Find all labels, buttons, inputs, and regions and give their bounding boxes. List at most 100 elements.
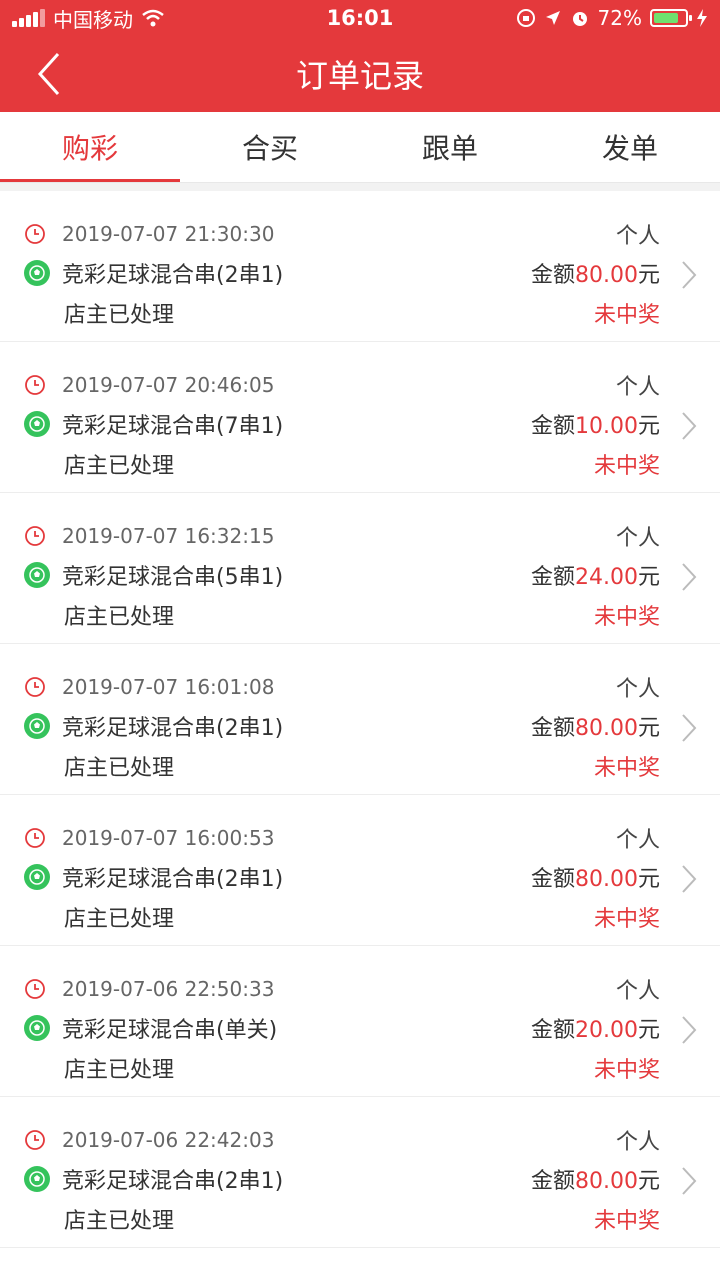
order-name: 竞彩足球混合串(2串1) <box>62 716 284 741</box>
tab-bar: 购彩 合买 跟单 发单 <box>0 112 720 183</box>
amount-label: 金额 <box>530 565 575 590</box>
order-name: 竞彩足球混合串(单关) <box>62 1018 278 1043</box>
amount-value: 80.00 <box>575 1169 638 1194</box>
order-name: 竞彩足球混合串(7串1) <box>62 414 284 439</box>
order-time-group: 2019-07-07 16:01:08 <box>24 675 274 699</box>
order-name-group: 竞彩足球混合串(7串1) <box>24 408 283 440</box>
amount-value: 80.00 <box>575 716 638 741</box>
result-status: 未中奖 <box>593 303 660 328</box>
status-time: 16:01 <box>326 6 394 30</box>
list-item[interactable]: 2019-07-07 16:01:08 个人 竞彩足球混合串(2串1) 金额80… <box>0 644 720 795</box>
order-amount: 金额80.00元 <box>531 861 660 893</box>
soccer-ball-icon <box>24 562 50 588</box>
order-status-row: 店主已处理 未中奖 <box>64 1205 660 1234</box>
order-time-group: 2019-07-07 20:46:05 <box>24 373 274 397</box>
tab-follow[interactable]: 跟单 <box>360 112 540 182</box>
order-time-group: 2019-07-07 16:00:53 <box>24 826 274 850</box>
order-name-group: 竞彩足球混合串(2串1) <box>24 710 283 742</box>
chevron-right-icon <box>682 865 697 893</box>
order-status-row: 店主已处理 未中奖 <box>64 299 660 328</box>
page-title: 订单记录 <box>295 57 424 95</box>
order-time-group: 2019-07-06 22:42:03 <box>24 1128 274 1152</box>
result-status: 未中奖 <box>593 454 660 479</box>
amount-label: 金额 <box>530 263 575 288</box>
order-time-group: 2019-07-07 21:30:30 <box>24 222 274 246</box>
clock-icon <box>25 375 45 395</box>
chevron-right-icon <box>682 412 697 440</box>
app-header: 中国移动 16:01 72% 订单记录 <box>0 0 720 112</box>
soccer-ball-icon <box>24 1166 50 1192</box>
result-status: 未中奖 <box>593 907 660 932</box>
order-type: 个人 <box>615 979 660 1004</box>
result-status: 未中奖 <box>593 605 660 630</box>
amount-unit: 元 <box>637 263 660 288</box>
list-item[interactable]: 2019-07-07 16:00:53 个人 竞彩足球混合串(2串1) 金额80… <box>0 795 720 946</box>
chevron-left-icon[interactable] <box>30 50 70 98</box>
amount-value: 20.00 <box>575 1018 638 1043</box>
list-item[interactable]: 2019-07-07 21:30:30 个人 竞彩足球混合串(2串1) 金额80… <box>0 191 720 342</box>
order-list: 2019-07-07 21:30:30 个人 竞彩足球混合串(2串1) 金额80… <box>0 191 720 1248</box>
amount-label: 金额 <box>530 867 575 892</box>
order-main-row: 竞彩足球混合串(2串1) 金额80.00元 <box>24 1163 660 1195</box>
order-type: 个人 <box>615 224 660 249</box>
amount-unit: 元 <box>637 1018 660 1043</box>
result-status: 未中奖 <box>593 756 660 781</box>
processing-status: 店主已处理 <box>64 1058 175 1083</box>
processing-status: 店主已处理 <box>64 1209 175 1234</box>
order-name-group: 竞彩足球混合串(2串1) <box>24 861 283 893</box>
amount-unit: 元 <box>637 716 660 741</box>
order-meta-row: 2019-07-07 20:46:05 个人 <box>24 372 660 400</box>
order-name-group: 竞彩足球混合串(5串1) <box>24 559 283 591</box>
chevron-right-icon <box>682 714 697 742</box>
processing-status: 店主已处理 <box>64 454 175 479</box>
clock-icon <box>25 828 45 848</box>
list-item[interactable]: 2019-07-06 22:50:33 个人 竞彩足球混合串(单关) 金额20.… <box>0 946 720 1097</box>
order-main-row: 竞彩足球混合串(2串1) 金额80.00元 <box>24 861 660 893</box>
order-time-group: 2019-07-06 22:50:33 <box>24 977 274 1001</box>
amount-label: 金额 <box>530 1018 575 1043</box>
order-amount: 金额80.00元 <box>531 257 660 289</box>
amount-value: 80.00 <box>575 263 638 288</box>
clock-icon <box>25 526 45 546</box>
chevron-right-icon <box>682 1016 697 1044</box>
amount-label: 金额 <box>530 716 575 741</box>
order-datetime: 2019-07-07 16:32:15 <box>62 524 275 548</box>
order-type: 个人 <box>615 677 660 702</box>
order-datetime: 2019-07-07 20:46:05 <box>62 373 275 397</box>
order-main-row: 竞彩足球混合串(5串1) 金额24.00元 <box>24 559 660 591</box>
order-name-group: 竞彩足球混合串(2串1) <box>24 257 283 289</box>
order-meta-row: 2019-07-07 16:00:53 个人 <box>24 825 660 853</box>
amount-unit: 元 <box>637 1169 660 1194</box>
order-status-row: 店主已处理 未中奖 <box>64 601 660 630</box>
order-datetime: 2019-07-06 22:50:33 <box>62 977 275 1001</box>
tab-publish[interactable]: 发单 <box>540 112 720 182</box>
order-status-row: 店主已处理 未中奖 <box>64 752 660 781</box>
list-item[interactable]: 2019-07-07 20:46:05 个人 竞彩足球混合串(7串1) 金额10… <box>0 342 720 493</box>
order-meta-row: 2019-07-06 22:50:33 个人 <box>24 976 660 1004</box>
list-item[interactable]: 2019-07-07 16:32:15 个人 竞彩足球混合串(5串1) 金额24… <box>0 493 720 644</box>
order-type: 个人 <box>615 1130 660 1155</box>
order-name-group: 竞彩足球混合串(2串1) <box>24 1163 283 1195</box>
order-type: 个人 <box>615 828 660 853</box>
amount-value: 10.00 <box>575 414 638 439</box>
list-item[interactable]: 2019-07-06 22:42:03 个人 竞彩足球混合串(2串1) 金额80… <box>0 1097 720 1248</box>
order-status-row: 店主已处理 未中奖 <box>64 903 660 932</box>
order-meta-row: 2019-07-07 21:30:30 个人 <box>24 221 660 249</box>
order-name: 竞彩足球混合串(2串1) <box>62 263 284 288</box>
chevron-right-icon <box>682 261 697 289</box>
amount-unit: 元 <box>637 867 660 892</box>
order-amount: 金额24.00元 <box>531 559 660 591</box>
order-main-row: 竞彩足球混合串(单关) 金额20.00元 <box>24 1012 660 1044</box>
amount-label: 金额 <box>530 1169 575 1194</box>
separator <box>0 183 720 191</box>
nav-bar: 订单记录 <box>0 36 720 112</box>
order-meta-row: 2019-07-07 16:01:08 个人 <box>24 674 660 702</box>
order-name: 竞彩足球混合串(2串1) <box>62 867 284 892</box>
tab-purchase[interactable]: 购彩 <box>0 112 180 182</box>
tab-joint-buy[interactable]: 合买 <box>180 112 360 182</box>
amount-unit: 元 <box>637 565 660 590</box>
order-main-row: 竞彩足球混合串(2串1) 金额80.00元 <box>24 257 660 289</box>
soccer-ball-icon <box>24 713 50 739</box>
order-status-row: 店主已处理 未中奖 <box>64 450 660 479</box>
order-status-row: 店主已处理 未中奖 <box>64 1054 660 1083</box>
